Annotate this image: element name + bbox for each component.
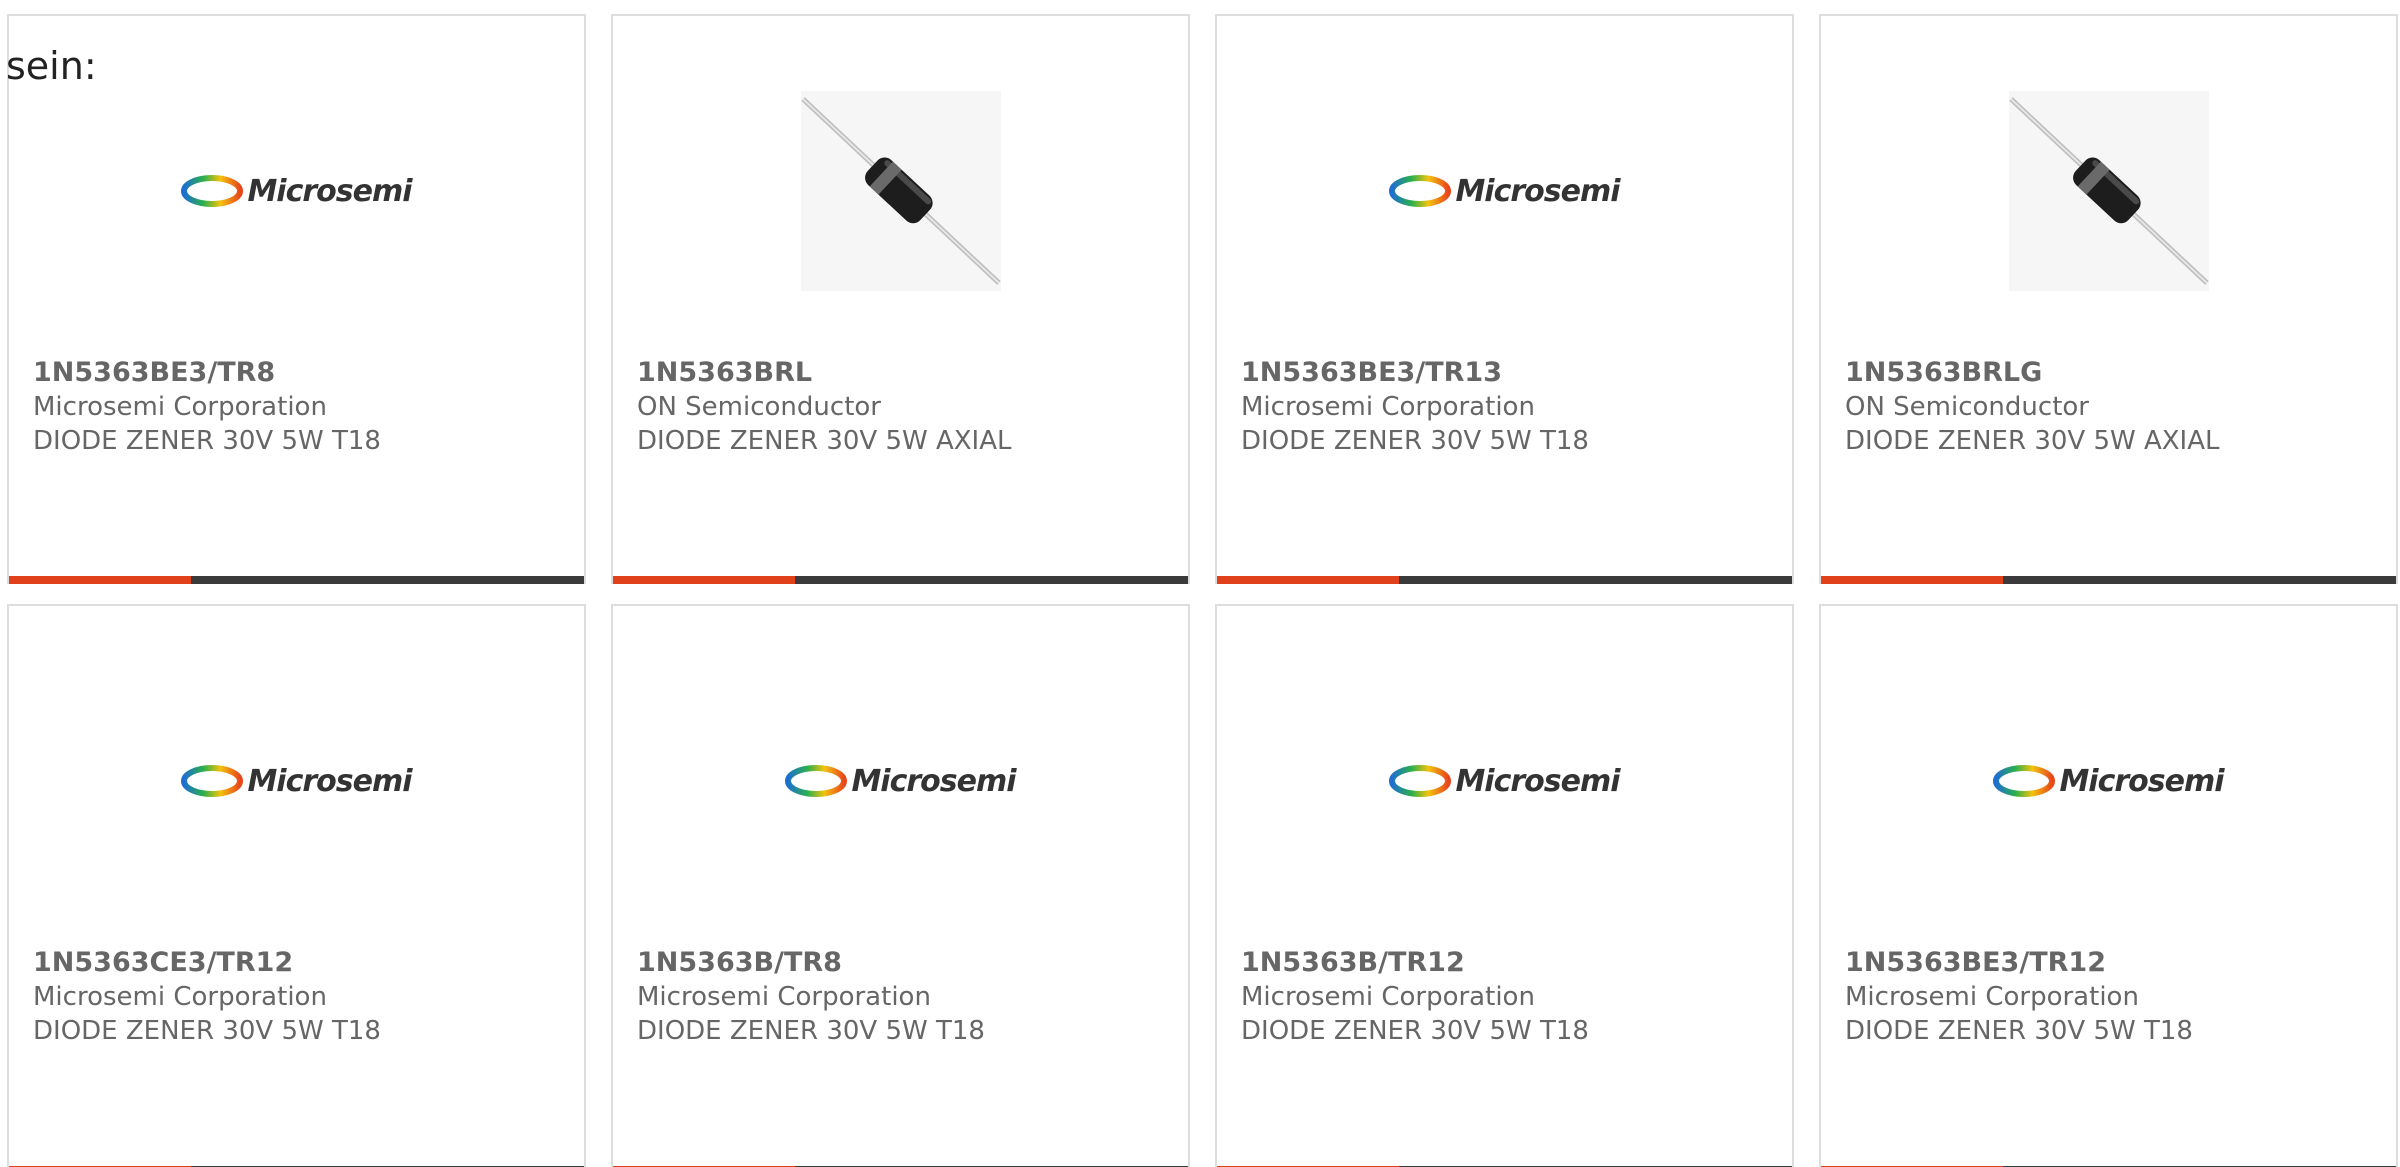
- product-description: DIODE ZENER 30V 5W AXIAL: [1845, 426, 2220, 456]
- product-description: DIODE ZENER 30V 5W T18: [33, 1016, 381, 1046]
- product-info: 1N5363B/TR8 Microsemi Corporation DIODE ZE…: [637, 946, 1178, 1048]
- microsemi-logo: Microsemi: [181, 763, 413, 799]
- product-image: [613, 76, 1188, 306]
- manufacturer-name: Microsemi Corporation: [1845, 982, 2139, 1012]
- logo-wordmark: Microsemi: [247, 173, 412, 209]
- microsemi-swoosh-icon: [1993, 765, 2056, 797]
- microsemi-swoosh-icon: [181, 765, 244, 797]
- product-card[interactable]: Microsemi 1N5363BE3/TR8 Microsemi Corporat…: [7, 14, 586, 584]
- logo-wordmark: Microsemi: [247, 763, 412, 799]
- card-accent-strip: [1821, 576, 2003, 584]
- card-accent-strip: [9, 576, 191, 584]
- manufacturer-name: ON Semiconductor: [1845, 392, 2089, 422]
- part-number[interactable]: 1N5363BE3/TR12: [1845, 946, 2386, 980]
- card-bottom-bar: [9, 576, 584, 584]
- product-description: DIODE ZENER 30V 5W T18: [1241, 426, 1589, 456]
- microsemi-logo: Microsemi: [1993, 763, 2225, 799]
- product-image: Microsemi: [1217, 76, 1792, 306]
- product-image: Microsemi: [9, 76, 584, 306]
- card-bottom-bar: [613, 576, 1188, 584]
- card-bottom-bar: [1217, 576, 1792, 584]
- part-number[interactable]: 1N5363B/TR12: [1241, 946, 1782, 980]
- logo-wordmark: Microsemi: [851, 763, 1016, 799]
- product-card[interactable]: Microsemi 1N5363CE3/TR12 Microsemi Corpora…: [7, 604, 586, 1167]
- page: sein: Microsemi 1N5363BE3/TR8 Microsemi Co…: [0, 0, 2400, 1167]
- logo-wordmark: Microsemi: [1455, 173, 1620, 209]
- axial-diode-photo: [2008, 91, 2209, 291]
- product-image: Microsemi: [9, 666, 584, 896]
- product-card[interactable]: 1N5363BRL ON Semiconductor DIODE ZENER 30V…: [611, 14, 1190, 584]
- product-card[interactable]: Microsemi 1N5363B/TR8 Microsemi Corporatio…: [611, 604, 1190, 1167]
- microsemi-swoosh-icon: [785, 765, 848, 797]
- manufacturer-name: Microsemi Corporation: [33, 982, 327, 1012]
- product-image: [1821, 76, 2396, 306]
- manufacturer-name: ON Semiconductor: [637, 392, 881, 422]
- product-info: 1N5363CE3/TR12 Microsemi Corporation DIODE…: [33, 946, 574, 1048]
- microsemi-swoosh-icon: [1389, 765, 1452, 797]
- part-number[interactable]: 1N5363B/TR8: [637, 946, 1178, 980]
- product-description: DIODE ZENER 30V 5W T18: [1241, 1016, 1589, 1046]
- product-info: 1N5363BE3/TR8 Microsemi Corporation DIODE …: [33, 356, 574, 458]
- intro-text: sein:: [6, 44, 97, 88]
- card-accent-strip: [613, 576, 795, 584]
- product-info: 1N5363BRL ON Semiconductor DIODE ZENER 30V…: [637, 356, 1178, 458]
- product-image: Microsemi: [1217, 666, 1792, 896]
- microsemi-logo: Microsemi: [785, 763, 1017, 799]
- part-number[interactable]: 1N5363BRLG: [1845, 356, 2386, 390]
- logo-wordmark: Microsemi: [2059, 763, 2224, 799]
- part-number[interactable]: 1N5363BE3/TR13: [1241, 356, 1782, 390]
- microsemi-swoosh-icon: [181, 175, 244, 207]
- product-image: Microsemi: [613, 666, 1188, 896]
- product-description: DIODE ZENER 30V 5W AXIAL: [637, 426, 1012, 456]
- product-image: Microsemi: [1821, 666, 2396, 896]
- manufacturer-name: Microsemi Corporation: [637, 982, 931, 1012]
- product-description: DIODE ZENER 30V 5W T18: [637, 1016, 985, 1046]
- product-grid: Microsemi 1N5363BE3/TR8 Microsemi Corporat…: [7, 14, 2398, 1167]
- manufacturer-name: Microsemi Corporation: [1241, 982, 1535, 1012]
- product-description: DIODE ZENER 30V 5W T18: [33, 426, 381, 456]
- part-number[interactable]: 1N5363BRL: [637, 356, 1178, 390]
- axial-diode-photo: [800, 91, 1001, 291]
- card-bottom-bar: [1821, 576, 2396, 584]
- product-card[interactable]: Microsemi 1N5363B/TR12 Microsemi Corporati…: [1215, 604, 1794, 1167]
- product-card[interactable]: 1N5363BRLG ON Semiconductor DIODE ZENER 30…: [1819, 14, 2398, 584]
- product-info: 1N5363BE3/TR12 Microsemi Corporation DIODE…: [1845, 946, 2386, 1048]
- axial-diode-icon: [2008, 91, 2209, 291]
- microsemi-logo: Microsemi: [1389, 173, 1621, 209]
- part-number[interactable]: 1N5363CE3/TR12: [33, 946, 574, 980]
- logo-wordmark: Microsemi: [1455, 763, 1620, 799]
- card-accent-strip: [1217, 576, 1399, 584]
- manufacturer-name: Microsemi Corporation: [33, 392, 327, 422]
- microsemi-logo: Microsemi: [1389, 763, 1621, 799]
- axial-diode-icon: [800, 91, 1001, 291]
- product-info: 1N5363B/TR12 Microsemi Corporation DIODE Z…: [1241, 946, 1782, 1048]
- microsemi-logo: Microsemi: [181, 173, 413, 209]
- part-number[interactable]: 1N5363BE3/TR8: [33, 356, 574, 390]
- microsemi-swoosh-icon: [1389, 175, 1452, 207]
- manufacturer-name: Microsemi Corporation: [1241, 392, 1535, 422]
- product-card[interactable]: Microsemi 1N5363BE3/TR13 Microsemi Corpora…: [1215, 14, 1794, 584]
- product-description: DIODE ZENER 30V 5W T18: [1845, 1016, 2193, 1046]
- product-info: 1N5363BRLG ON Semiconductor DIODE ZENER 30…: [1845, 356, 2386, 458]
- product-card[interactable]: Microsemi 1N5363BE3/TR12 Microsemi Corpora…: [1819, 604, 2398, 1167]
- product-info: 1N5363BE3/TR13 Microsemi Corporation DIODE…: [1241, 356, 1782, 458]
